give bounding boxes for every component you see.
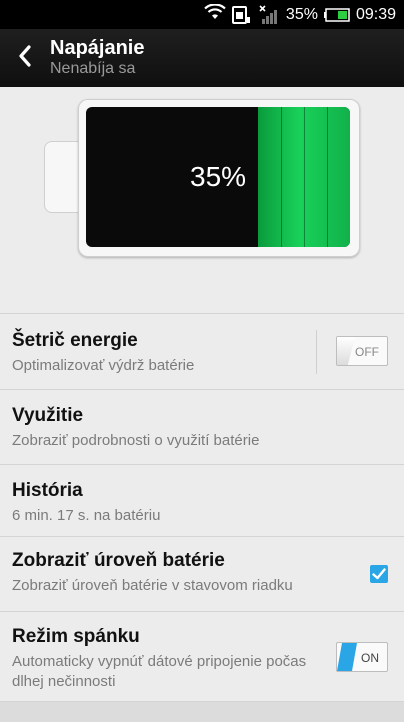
toggle-knob	[337, 643, 357, 671]
sim-icon	[231, 5, 252, 25]
wifi-icon	[204, 3, 226, 25]
setting-title: Režim spánku	[12, 626, 140, 647]
setting-title: História	[12, 480, 83, 501]
sleep-mode-toggle[interactable]: ON	[336, 642, 388, 672]
toggle-knob	[337, 337, 355, 365]
setting-summary: Optimalizovať výdrž batérie	[12, 357, 195, 374]
signal-icon	[258, 4, 280, 25]
back-button[interactable]	[0, 29, 50, 87]
battery-icon	[323, 7, 350, 22]
setting-sleep-mode[interactable]: Režim spánku Automaticky vypnúť dátové p…	[0, 612, 404, 702]
toggle-label: ON	[361, 651, 379, 665]
battery-percent-label: 35%	[190, 161, 247, 192]
setting-power-saver[interactable]: Šetrič energie Optimalizovať výdrž batér…	[0, 314, 404, 390]
battery-inner: 35%	[86, 107, 350, 247]
battery-cap	[44, 141, 79, 213]
setting-show-battery-level[interactable]: Zobraziť úroveň batérie Zobraziť úroveň …	[0, 537, 404, 612]
next-section-header	[0, 702, 404, 722]
setting-summary: Zobraziť podrobnosti o využití batérie	[12, 432, 260, 449]
battery-graphic: 35%	[0, 87, 404, 313]
setting-summary: Zobraziť úroveň batérie v stavovom riadk…	[12, 577, 293, 594]
setting-title: Zobraziť úroveň batérie	[12, 550, 225, 571]
setting-summary: Automaticky vypnúť dátové pripojenie poč…	[12, 653, 307, 690]
clock: 09:39	[355, 5, 396, 23]
divider	[316, 330, 317, 374]
setting-usage[interactable]: Využitie Zobraziť podrobnosti o využití …	[0, 390, 404, 465]
status-bar: 35% 09:39	[0, 0, 404, 29]
setting-history[interactable]: História 6 min. 17 s. na batériu	[0, 465, 404, 537]
power-saver-toggle[interactable]: OFF	[336, 336, 388, 366]
setting-summary: 6 min. 17 s. na batériu	[12, 507, 161, 524]
toggle-label: OFF	[355, 345, 379, 359]
page-subtitle: Nenabíja sa	[50, 60, 136, 77]
chevron-left-icon	[17, 44, 33, 73]
setting-title: Šetrič energie	[12, 330, 138, 351]
battery-percent-text: 35%	[285, 5, 318, 23]
checkmark-icon	[370, 568, 388, 587]
page-title: Napájanie	[50, 37, 145, 59]
show-battery-level-checkbox[interactable]	[370, 565, 388, 583]
action-bar: Napájanie Nenabíja sa	[0, 29, 404, 87]
battery-level-fill	[257, 107, 350, 247]
setting-title: Využitie	[12, 405, 84, 426]
settings-list: Šetrič energie Optimalizovať výdrž batér…	[0, 313, 404, 702]
